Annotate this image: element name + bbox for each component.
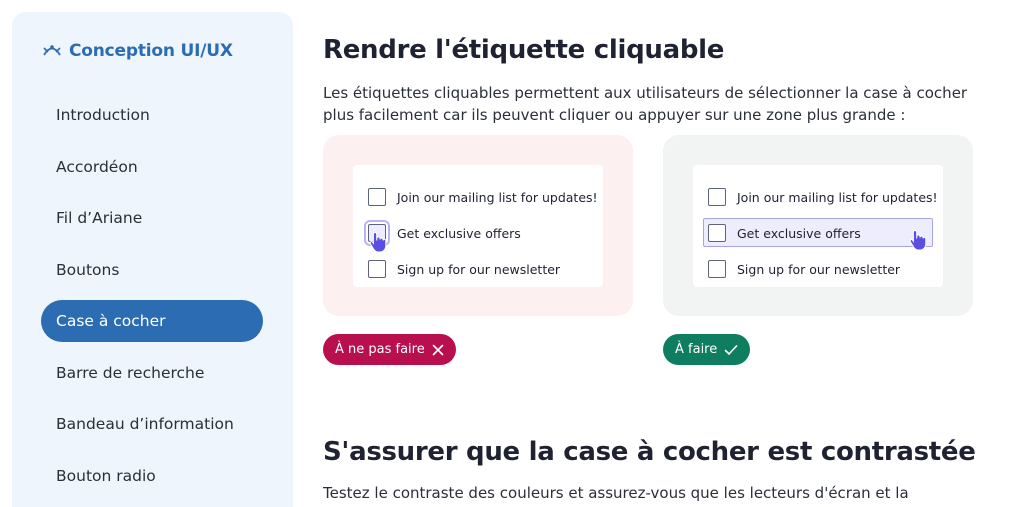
do-badge-label: À faire <box>675 342 718 357</box>
sidebar-nav: Introduction Accordéon Fil d’Ariane Bout… <box>41 94 263 506</box>
sidebar-item-bouton-radio[interactable]: Bouton radio <box>41 455 263 497</box>
checkbox-label: Get exclusive offers <box>397 225 521 241</box>
example-bad-card: Join our mailing list for updates! Get e… <box>353 165 603 287</box>
checkbox[interactable] <box>708 188 726 206</box>
checkbox-row[interactable]: Join our mailing list for updates! <box>693 179 943 215</box>
pointer-hand-icon <box>369 231 387 253</box>
section-text-contrast: Testez le contraste des couleurs et assu… <box>323 484 909 502</box>
example-good-card: Join our mailing list for updates! Get e… <box>693 165 943 287</box>
checkbox[interactable] <box>368 188 386 206</box>
checkbox[interactable] <box>368 260 386 278</box>
checkbox-label: Sign up for our newsletter <box>397 261 561 277</box>
checkbox-row[interactable]: Sign up for our newsletter <box>693 251 943 287</box>
checkbox-label[interactable]: Sign up for our newsletter <box>737 262 900 277</box>
checkbox-label[interactable]: Get exclusive offers <box>737 226 861 241</box>
checkbox-row: Join our mailing list for updates! <box>353 179 603 215</box>
example-bad-panel: Join our mailing list for updates! Get e… <box>323 135 633 316</box>
sidebar-item-bandeau-information[interactable]: Bandeau d’information <box>41 403 263 445</box>
sidebar-item-boutons[interactable]: Boutons <box>41 249 263 291</box>
page-title: Rendre l'étiquette cliquable <box>323 35 725 65</box>
checkbox-row: Sign up for our newsletter <box>353 251 603 287</box>
sidebar-item-case-a-cocher[interactable]: Case à cocher <box>41 300 263 342</box>
close-icon <box>432 344 444 355</box>
page-description: Les étiquettes cliquables permettent aux… <box>323 84 968 124</box>
checkbox-row-hovered: Get exclusive offers <box>353 215 603 253</box>
dont-badge: À ne pas faire <box>323 334 456 365</box>
sidebar-item-fil-ariane[interactable]: Fil d’Ariane <box>41 197 263 239</box>
checkbox[interactable] <box>708 260 726 278</box>
checkbox-row-hovered[interactable]: Get exclusive offers <box>693 215 943 251</box>
example-good-panel: Join our mailing list for updates! Get e… <box>663 135 973 316</box>
do-badge: À faire <box>663 334 751 365</box>
checkbox[interactable] <box>708 224 726 242</box>
section-title-contrast: S'assurer que la case à cocher est contr… <box>323 437 976 467</box>
brand[interactable]: Conception UI/UX <box>42 41 233 61</box>
dont-badge-label: À ne pas faire <box>335 342 425 357</box>
ux-logo-icon <box>42 43 62 59</box>
brand-title: Conception UI/UX <box>69 41 233 61</box>
pointer-hand-icon <box>909 229 927 251</box>
checkbox-label: Join our mailing list for updates! <box>397 189 598 205</box>
checkbox-label[interactable]: Join our mailing list for updates! <box>737 190 938 205</box>
sidebar-item-barre-de-recherche[interactable]: Barre de recherche <box>41 352 263 394</box>
sidebar-item-introduction[interactable]: Introduction <box>41 94 263 136</box>
check-icon <box>724 344 738 355</box>
sidebar: Conception UI/UX Introduction Accordéon … <box>12 12 293 507</box>
sidebar-item-accordeon[interactable]: Accordéon <box>41 146 263 188</box>
